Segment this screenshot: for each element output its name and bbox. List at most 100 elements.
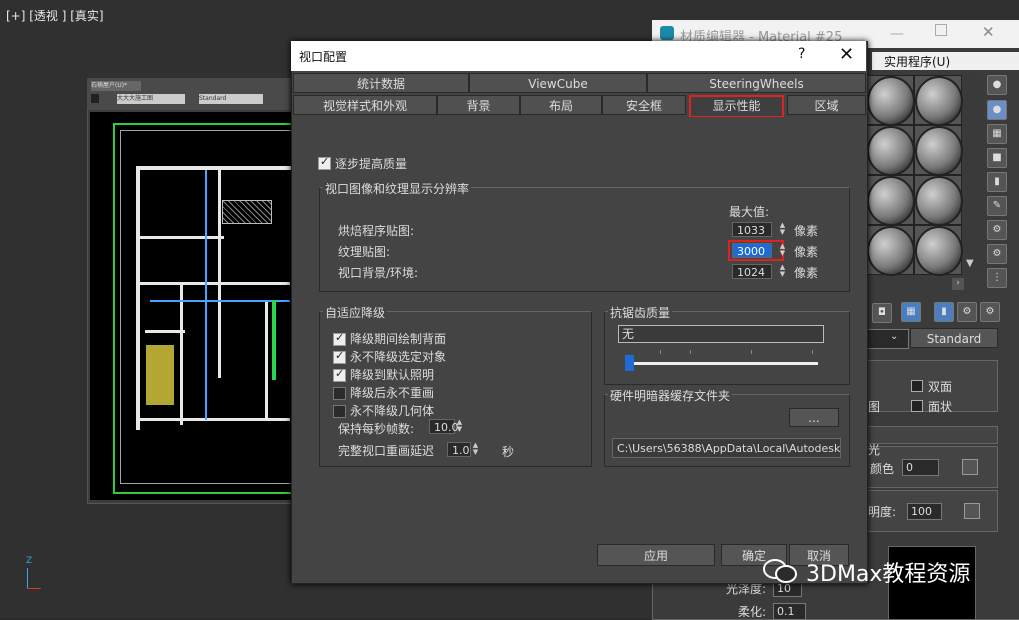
degrade-backface-label: 降级期间绘制背面 xyxy=(350,332,447,346)
sample-slot[interactable] xyxy=(866,125,915,176)
sample-slot[interactable] xyxy=(866,225,915,276)
fps-input[interactable]: 10.0 xyxy=(429,419,459,434)
redraw-delay-input[interactable]: 1.0 xyxy=(447,442,471,457)
soften-field[interactable]: 0.1 xyxy=(773,603,806,620)
tab-display-performance[interactable]: 显示性能 xyxy=(689,95,784,118)
tab-background[interactable]: 背景 xyxy=(437,95,520,115)
never-degrade-selected-checkbox[interactable] xyxy=(333,349,346,364)
plan-wall xyxy=(140,282,290,285)
dialog-close-button[interactable]: ✕ xyxy=(839,44,854,65)
never-redraw-label: 降级后永不重画 xyxy=(350,386,435,400)
texture-map-input[interactable]: 3000 xyxy=(732,243,772,258)
checker-background-icon[interactable]: ▦ xyxy=(987,124,1007,144)
opacity-swatch[interactable] xyxy=(964,503,980,519)
sample-type-icon[interactable]: ● xyxy=(987,75,1007,95)
color-swatch[interactable] xyxy=(962,459,978,475)
antialias-slider-thumb[interactable] xyxy=(625,355,634,371)
plan-line xyxy=(272,300,276,380)
chevron-down-icon[interactable]: ⌄ xyxy=(890,331,898,342)
cut-label: 图 xyxy=(868,400,881,414)
slots-scrollbar[interactable] xyxy=(964,75,982,273)
sample-slot[interactable] xyxy=(866,75,915,126)
minimize-icon[interactable]: — xyxy=(890,26,904,42)
backlight-icon[interactable]: ● xyxy=(987,100,1007,120)
show-map-icon[interactable]: ◘ xyxy=(872,303,892,323)
plan-stairs xyxy=(146,345,174,405)
tab-safe-frame[interactable]: 安全框 xyxy=(602,95,686,115)
material-sphere xyxy=(915,126,963,176)
tab-layout[interactable]: 布局 xyxy=(520,95,602,115)
show-shaded-icon[interactable]: ▦ xyxy=(901,302,921,322)
cache-path-field[interactable]: C:\Users\56388\AppData\Local\Autodesk\3d… xyxy=(612,438,841,458)
material-editor-app-icon xyxy=(660,26,674,40)
select-by-material-icon[interactable]: ⚙ xyxy=(987,244,1007,264)
video-color-check-icon[interactable]: ▮ xyxy=(987,172,1007,192)
floorplan-toolbar: 石楠屋户(U)* 大大大施工图 Standard xyxy=(87,78,299,110)
options-icon[interactable]: ⚙ xyxy=(987,220,1007,240)
opacity-value-field[interactable]: 100 xyxy=(907,503,942,520)
plan-line xyxy=(205,170,207,420)
redraw-delay-label: 完整视口重画延迟 xyxy=(338,444,435,458)
make-preview-icon[interactable]: ✎ xyxy=(987,196,1007,216)
slider-tick xyxy=(690,350,691,354)
maximize-icon[interactable] xyxy=(935,24,947,36)
texture-map-spinner[interactable]: ▲ ▼ xyxy=(778,243,787,258)
wechat-icon xyxy=(763,559,797,583)
sample-slot[interactable] xyxy=(914,75,963,126)
tab-regions[interactable]: 区域 xyxy=(787,95,866,115)
fps-spinner[interactable]: ▲ ▼ xyxy=(455,419,464,434)
go-forward-icon[interactable]: ⚙ xyxy=(980,302,1000,322)
adaptive-degradation-title: 自适应降级 xyxy=(323,304,388,321)
sample-slot[interactable] xyxy=(866,175,915,226)
procedural-map-spinner[interactable]: ▲ ▼ xyxy=(778,222,787,237)
sample-slot[interactable] xyxy=(914,125,963,176)
antialias-slider-track[interactable] xyxy=(628,362,818,365)
tab-statistics[interactable]: 统计数据 xyxy=(293,73,469,93)
redraw-delay-spinner[interactable]: ▲ ▼ xyxy=(471,442,480,457)
background-map-input[interactable]: 1024 xyxy=(732,264,772,279)
double-sided-label: 双面 xyxy=(928,380,953,394)
sample-uv-icon[interactable]: ■ xyxy=(987,148,1007,168)
viewport-label[interactable]: [+] [透视 ] [真实] xyxy=(6,7,104,24)
progressive-quality-checkbox[interactable] xyxy=(318,155,331,170)
browse-button[interactable]: ... xyxy=(789,408,839,427)
scroll-right-icon[interactable]: › xyxy=(952,278,964,290)
faceted-label: 面状 xyxy=(928,400,953,414)
tab-viewcube[interactable]: ViewCube xyxy=(469,73,647,93)
sample-slot[interactable] xyxy=(914,225,963,276)
shader-type-button[interactable]: Standard xyxy=(910,328,998,348)
sample-slot[interactable] xyxy=(914,175,963,226)
close-icon[interactable]: ✕ xyxy=(982,23,995,41)
watermark-text: 3DMax教程资源 xyxy=(806,562,971,587)
color-value-field[interactable]: 0 xyxy=(902,459,939,476)
never-redraw-checkbox[interactable] xyxy=(333,387,346,400)
go-to-parent-icon[interactable]: ⚙ xyxy=(957,302,977,322)
faceted-checkbox[interactable] xyxy=(911,400,923,412)
tab-steeringwheels[interactable]: SteeringWheels xyxy=(647,73,866,93)
dialog-titlebar[interactable] xyxy=(291,41,866,71)
scroll-down-icon[interactable]: ▼ xyxy=(966,258,974,269)
tab-visual-style[interactable]: 视觉样式和外观 xyxy=(293,95,437,115)
plan-hatch xyxy=(222,200,272,224)
material-name-dropdown[interactable] xyxy=(866,329,909,349)
floorplan-dropdown-2: Standard xyxy=(199,94,263,104)
degrade-default-lights-checkbox[interactable] xyxy=(333,367,346,382)
background-map-spinner[interactable]: ▲ ▼ xyxy=(778,264,787,279)
redraw-delay-unit: 秒 xyxy=(502,445,515,459)
double-sided-checkbox[interactable] xyxy=(911,380,923,392)
plan-wall xyxy=(136,166,296,170)
help-button[interactable]: ? xyxy=(798,46,805,62)
menu-item-utilities[interactable]: 实用程序(U) xyxy=(884,53,950,70)
show-end-result-icon[interactable]: ▮ xyxy=(934,302,954,322)
degrade-backface-checkbox[interactable] xyxy=(333,331,346,346)
collapsed-rollout[interactable] xyxy=(866,426,998,444)
material-sphere xyxy=(915,176,963,226)
plan-wall xyxy=(180,285,183,425)
apply-button[interactable]: 应用 xyxy=(597,544,715,566)
material-navigator-icon[interactable]: ⋮ xyxy=(987,268,1007,288)
illumination-label: 光 xyxy=(868,443,881,457)
procedural-map-input[interactable]: 1033 xyxy=(732,222,772,237)
slider-tick xyxy=(812,350,813,354)
never-degrade-geometry-checkbox[interactable] xyxy=(333,405,346,418)
slider-tick xyxy=(751,350,752,354)
